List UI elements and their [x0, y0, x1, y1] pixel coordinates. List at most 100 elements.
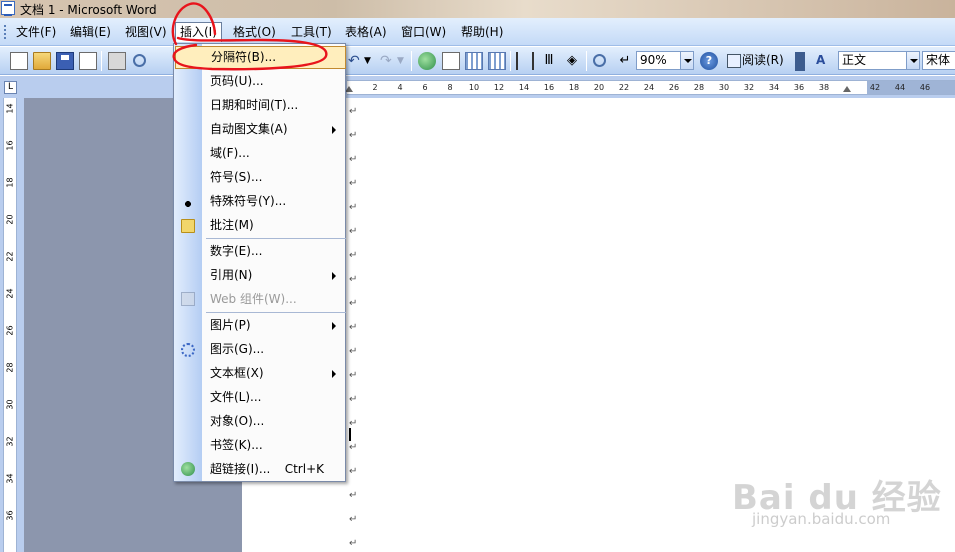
insert-table-icon[interactable]: [465, 52, 483, 70]
menu-item-label: 特殊符号(Y)...: [210, 194, 287, 208]
permission-icon[interactable]: [79, 52, 97, 70]
zoom-select[interactable]: 90%: [636, 51, 694, 70]
redo-icon[interactable]: ↷: [380, 53, 392, 69]
menu-item-date-time[interactable]: 日期和时间(T)...: [202, 94, 346, 117]
ruler-tick: 36: [5, 510, 15, 521]
menu-item-file[interactable]: 文件(L)...: [202, 386, 346, 409]
ruler-tick: 14: [5, 103, 15, 114]
menu-edit[interactable]: 编辑(E): [66, 22, 115, 42]
ruler-tick: 32: [5, 436, 15, 447]
menu-table[interactable]: 表格(A): [341, 22, 391, 42]
paragraph-mark-icon: ↵: [349, 130, 358, 141]
menu-format[interactable]: 格式(O): [229, 22, 280, 42]
menu-window[interactable]: 窗口(W): [397, 22, 450, 42]
menu-tools[interactable]: 工具(T): [287, 22, 336, 42]
chevron-down-icon[interactable]: [906, 52, 919, 69]
drawing-icon[interactable]: Ⅲ: [540, 52, 558, 70]
columns-icon[interactable]: [516, 52, 534, 70]
menu-item-reference[interactable]: 引用(N): [202, 264, 346, 287]
insert-menu-dropdown: 分隔符(B)... 页码(U)... 日期和时间(T)... 自动图文集(A) …: [173, 43, 346, 482]
menu-item-bookmark[interactable]: 书签(K)...: [202, 434, 346, 457]
menu-insert[interactable]: 插入(I): [175, 22, 222, 42]
paragraph-mark-icon: ↵: [349, 394, 358, 405]
style-value: 正文: [842, 53, 867, 67]
menu-item-autotext[interactable]: 自动图文集(A): [202, 118, 346, 141]
horizontal-ruler[interactable]: 2 4 6 8 10 12 14 16 18 20 22 24 26 28 30…: [345, 80, 955, 95]
menu-item-picture[interactable]: 图片(P): [202, 314, 346, 337]
insert-excel-icon[interactable]: [488, 52, 506, 70]
title-bar: 文档 1 - Microsoft Word: [0, 0, 955, 18]
print-icon[interactable]: [108, 52, 126, 70]
open-folder-icon[interactable]: [33, 52, 51, 70]
ruler-margin-region: [867, 81, 955, 94]
menu-bar: 文件(F) 编辑(E) 视图(V) 插入(I) 格式(O) 工具(T) 表格(A…: [0, 18, 955, 46]
read-button[interactable]: 阅读(R): [726, 51, 784, 70]
menu-item-diagram[interactable]: 图示(G)...: [202, 338, 346, 361]
menu-item-label: 图片(P): [210, 318, 251, 332]
menu-item-special-symbol[interactable]: 特殊符号(Y)...: [202, 190, 346, 213]
left-indent-marker[interactable]: [345, 86, 353, 92]
document-map-icon[interactable]: ◈: [563, 52, 581, 70]
menu-item-number[interactable]: 数字(E)...: [202, 240, 346, 263]
menu-item-hyperlink[interactable]: 超链接(I)... Ctrl+K: [202, 458, 346, 481]
menu-separator: [206, 312, 346, 313]
menu-view[interactable]: 视图(V): [121, 22, 171, 42]
menu-item-text-box[interactable]: 文本框(X): [202, 362, 346, 385]
save-icon[interactable]: [56, 52, 74, 70]
tab-selector-button[interactable]: L: [4, 81, 17, 94]
menu-item-symbol[interactable]: 符号(S)...: [202, 166, 346, 189]
print-preview-icon[interactable]: [133, 54, 146, 67]
font-select[interactable]: 宋体: [922, 51, 955, 70]
ruler-tick: 26: [5, 325, 15, 336]
menu-item-label: 超链接(I)...: [210, 462, 271, 476]
right-indent-marker[interactable]: [843, 86, 851, 92]
ruler-tick: 16: [5, 140, 15, 151]
help-icon[interactable]: ?: [700, 52, 718, 70]
paragraph-mark-icon: ↵: [349, 514, 358, 525]
ruler-tick: 4: [397, 83, 403, 92]
word-app-icon[interactable]: [1, 1, 15, 16]
vertical-ruler[interactable]: 14 16 18 20 22 24 26 28 30 32 34 36: [3, 98, 17, 552]
menu-help[interactable]: 帮助(H): [457, 22, 507, 42]
submenu-arrow-icon: [332, 322, 336, 330]
chevron-down-icon[interactable]: [680, 52, 693, 69]
undo-dropdown-icon[interactable]: ▼: [364, 56, 371, 66]
submenu-arrow-icon: [332, 126, 336, 134]
menu-item-label: 数字(E)...: [210, 244, 263, 258]
ruler-tick: 42: [869, 83, 881, 92]
menu-item-label: 图示(G)...: [210, 342, 265, 356]
ruler-tick: 2: [372, 83, 378, 92]
menu-item-object[interactable]: 对象(O)...: [202, 410, 346, 433]
undo-icon[interactable]: ↶: [348, 53, 360, 69]
show-hide-icon[interactable]: ↵: [616, 52, 634, 70]
styles-formatting-icon[interactable]: A: [816, 53, 825, 67]
menu-item-label: 日期和时间(T)...: [210, 98, 299, 112]
menu-item-label: 书签(K)...: [210, 438, 263, 452]
read-view-icon[interactable]: [593, 54, 606, 67]
paragraph-mark-icon: ↵: [349, 322, 358, 333]
ruler-tick: 18: [5, 177, 15, 188]
ruler-tick: 30: [718, 83, 730, 92]
menu-item-label: 域(F)...: [210, 146, 250, 160]
toolbar-overflow-icon[interactable]: [795, 52, 805, 71]
menu-item-break[interactable]: 分隔符(B)...: [175, 46, 346, 69]
menu-item-label: 批注(M): [210, 218, 254, 232]
menu-item-comment[interactable]: 批注(M): [202, 214, 346, 237]
insert-hyperlink-icon[interactable]: [418, 52, 436, 70]
style-select[interactable]: 正文: [838, 51, 920, 70]
ruler-tick: 10: [468, 83, 480, 92]
new-document-icon[interactable]: [10, 52, 28, 70]
paragraph-mark-icon: ↵: [349, 202, 358, 213]
menu-item-page-numbers[interactable]: 页码(U)...: [202, 70, 346, 93]
menu-item-web-component: Web 组件(W)...: [202, 288, 346, 311]
menubar-grip-handle[interactable]: [4, 25, 7, 39]
menu-item-field[interactable]: 域(F)...: [202, 142, 346, 165]
diagram-icon: [181, 343, 195, 357]
menu-item-label: 文本框(X): [210, 366, 264, 380]
redo-dropdown-icon[interactable]: ▼: [397, 56, 404, 66]
ruler-tick: 16: [543, 83, 555, 92]
menu-file[interactable]: 文件(F): [12, 22, 60, 42]
menu-item-label: 引用(N): [210, 268, 253, 282]
tables-borders-icon[interactable]: [442, 52, 460, 70]
watermark-url: jingyan.baidu.com: [752, 510, 891, 528]
